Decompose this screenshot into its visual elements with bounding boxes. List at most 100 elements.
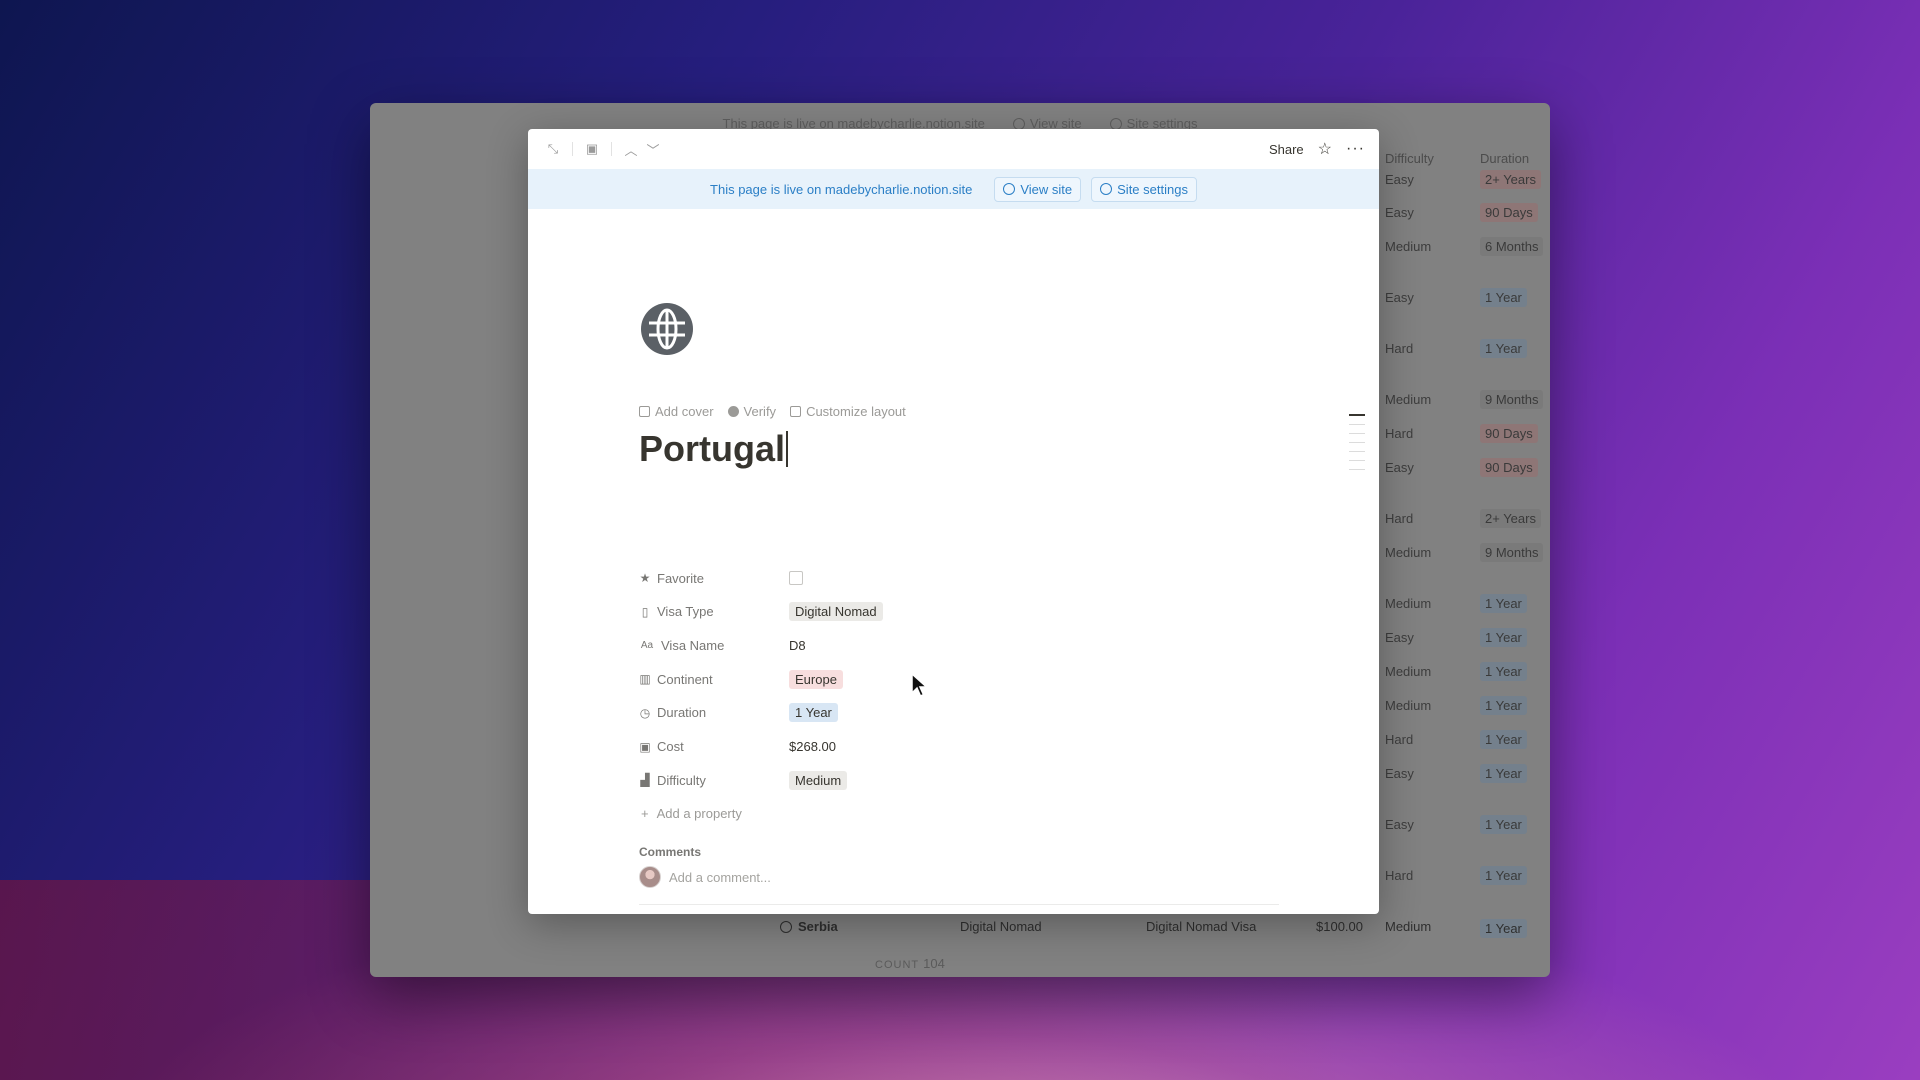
view-site-button[interactable]: View site	[994, 176, 1082, 202]
property-row-cost[interactable]: ▣ Cost $268.00	[639, 730, 1239, 764]
background-row-difficulty: Easy	[1385, 630, 1414, 645]
map-icon: ▥	[639, 672, 651, 687]
background-row-difficulty: Medium	[1385, 698, 1432, 713]
comments-heading: Comments	[639, 845, 702, 859]
background-row-difficulty: Easy	[1385, 172, 1414, 187]
background-row-duration: 1 Year	[1480, 288, 1527, 307]
check-badge-icon	[727, 406, 739, 417]
outline-line	[1349, 451, 1365, 452]
property-name[interactable]: ▟ Difficulty	[639, 773, 789, 788]
tag-pill: Digital Nomad	[789, 602, 883, 622]
comment-placeholder: Add a comment...	[669, 869, 771, 885]
row-count: COUNT 104	[875, 956, 945, 971]
property-name[interactable]: Aa Visa Name	[639, 638, 789, 653]
customize-layout-button[interactable]: Customize layout	[790, 404, 906, 419]
globe-icon[interactable]	[639, 301, 695, 357]
property-row-difficulty[interactable]: ▟ Difficulty Medium	[639, 763, 1239, 797]
verify-button[interactable]: Verify	[727, 404, 776, 419]
background-row-difficulty: Medium	[1385, 392, 1432, 407]
property-label: Continent	[657, 671, 713, 687]
background-row-duration: 2+ Years	[1480, 509, 1541, 528]
background-row-difficulty: Medium	[1385, 545, 1432, 560]
background-row-duration: 1 Year	[1480, 594, 1527, 613]
tag-pill: 1 Year	[789, 703, 838, 723]
outline-line	[1349, 460, 1365, 461]
count-label: COUNT	[875, 959, 920, 971]
property-value[interactable]: Europe	[789, 669, 843, 689]
live-site-banner: This page is live on madebycharlie.notio…	[528, 169, 1379, 209]
column-header-duration: Duration	[1480, 151, 1530, 166]
property-row-favorite[interactable]: ★ Favorite	[639, 561, 1239, 595]
property-value[interactable]: Digital Nomad	[789, 602, 883, 622]
property-value[interactable]: $268.00	[789, 739, 836, 754]
money-icon: ▣	[639, 739, 651, 754]
property-name[interactable]: ★ Favorite	[639, 571, 789, 586]
property-label: Duration	[657, 705, 707, 721]
add-cover-button[interactable]: Add cover	[639, 404, 714, 419]
tag-pill: Medium	[789, 770, 848, 790]
property-name[interactable]: ▯ Visa Type	[639, 604, 789, 619]
add-cover-label: Add cover	[655, 404, 714, 419]
page-title-text[interactable]: Portugal	[639, 428, 785, 469]
chevron-up-icon[interactable]: ︿	[620, 138, 642, 160]
serbia-visa-name: Digital Nomad Visa	[1146, 919, 1257, 934]
property-row-visa-type[interactable]: ▯ Visa Type Digital Nomad	[639, 595, 1239, 629]
chevron-down-icon[interactable]: ﹀	[642, 138, 664, 160]
expand-icon[interactable]: ⤡	[542, 138, 564, 160]
property-row-visa-name[interactable]: Aa Visa Name D8	[639, 628, 1239, 662]
background-row-difficulty: Medium	[1385, 239, 1432, 254]
cursor-arrow-icon	[911, 672, 929, 697]
property-label: Visa Name	[661, 637, 725, 653]
add-property-button[interactable]: + Add a property	[641, 806, 742, 821]
background-row-difficulty: Hard	[1385, 868, 1414, 883]
add-property-label: Add a property	[656, 805, 742, 821]
background-row-difficulty: Medium	[1385, 596, 1432, 611]
background-row-duration: 9 Months	[1480, 390, 1544, 409]
background-row-duration: 9 Months	[1480, 543, 1544, 562]
serbia-cost: $100.00	[1316, 919, 1363, 934]
more-options-icon[interactable]: ···	[1346, 140, 1365, 158]
property-value[interactable]	[789, 571, 803, 585]
globe-icon	[1003, 183, 1016, 195]
page-header-actions: Add cover Verify Customize layout	[639, 404, 906, 419]
add-comment-input[interactable]: Add a comment...	[639, 866, 771, 888]
background-row-difficulty: Hard	[1385, 426, 1414, 441]
peek-mode-icon[interactable]: ▣	[581, 138, 603, 160]
property-value[interactable]: Medium	[789, 770, 848, 790]
column-header-difficulty: Difficulty	[1385, 151, 1434, 166]
tag-pill: Europe	[789, 669, 843, 689]
serbia-visa-type: Digital Nomad	[960, 919, 1042, 934]
property-row-continent[interactable]: ▥ Continent Europe	[639, 662, 1239, 696]
serbia-difficulty: Medium	[1385, 919, 1432, 934]
outline-line	[1349, 469, 1365, 470]
share-button[interactable]: Share	[1269, 142, 1304, 157]
star-icon[interactable]: ☆	[1318, 139, 1332, 159]
background-row-difficulty: Easy	[1385, 817, 1414, 832]
image-icon	[639, 406, 650, 417]
background-row-duration: 1 Year	[1480, 764, 1527, 783]
text-caret	[786, 431, 788, 467]
page-title[interactable]: Portugal	[639, 428, 788, 470]
plus-icon: +	[641, 805, 649, 821]
property-name[interactable]: ▥ Continent	[639, 672, 789, 687]
background-row-duration: 1 Year	[1480, 628, 1527, 647]
property-value[interactable]: D8	[789, 638, 806, 653]
site-settings-button[interactable]: Site settings	[1091, 176, 1197, 202]
background-row-difficulty: Easy	[1385, 460, 1414, 475]
avatar	[639, 866, 661, 888]
property-value[interactable]: 1 Year	[789, 703, 838, 723]
outline-line	[1349, 442, 1365, 443]
serbia-duration: 1 Year	[1480, 919, 1527, 938]
property-label: Cost	[657, 739, 684, 754]
property-text-value: D8	[789, 637, 806, 653]
property-name[interactable]: ◷ Duration	[639, 705, 789, 720]
outline-line	[1349, 414, 1365, 416]
background-row-difficulty: Hard	[1385, 732, 1414, 747]
favorite-checkbox[interactable]	[789, 571, 803, 585]
property-name[interactable]: ▣ Cost	[639, 739, 789, 754]
background-row-duration: 6 Months	[1480, 237, 1544, 256]
property-row-duration[interactable]: ◷ Duration 1 Year	[639, 696, 1239, 730]
table-of-contents-outline[interactable]	[1349, 414, 1365, 478]
globe-icon	[780, 921, 792, 933]
background-row-duration: 1 Year	[1480, 866, 1527, 885]
